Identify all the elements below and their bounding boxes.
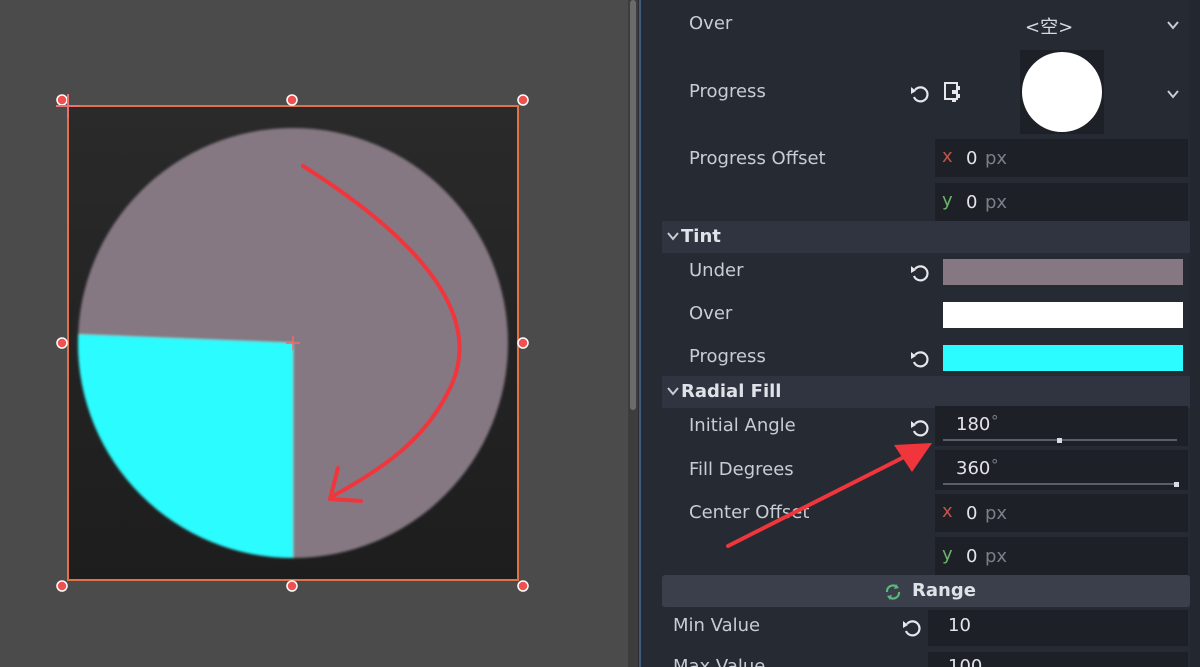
revert-icon[interactable] [909, 82, 931, 104]
initial-angle-slider-grabber[interactable] [1057, 438, 1062, 443]
axis-y-badge: y [935, 183, 961, 221]
fill-degrees-label: Fill Degrees [689, 459, 794, 480]
center-offset-x-value[interactable]: 0 [966, 503, 977, 524]
tint-section-title: Tint [681, 226, 721, 247]
max-value-label: Max Value [673, 656, 766, 667]
tint-under-color-swatch[interactable] [943, 259, 1183, 285]
texture-icon[interactable] [943, 81, 965, 103]
chevron-down-icon[interactable] [1166, 18, 1180, 32]
over-texture-label: Over [689, 13, 733, 34]
refresh-icon [885, 584, 901, 600]
panel-divider-line [639, 0, 641, 667]
tint-over-color-swatch[interactable] [943, 302, 1183, 328]
fill-degrees-slider-track[interactable] [943, 483, 1177, 485]
min-value-value[interactable]: 10 [948, 615, 971, 636]
radial-fill-section-header[interactable]: Radial Fill [662, 376, 1190, 408]
tint-progress-color-swatch[interactable] [943, 345, 1183, 371]
viewport-scrollbar-thumb[interactable] [630, 0, 636, 410]
progress-offset-x-unit: px [985, 148, 1008, 169]
progress-texture-preview[interactable] [1020, 50, 1104, 134]
initial-angle-unit: ° [991, 412, 999, 430]
radial-fill-section-title: Radial Fill [681, 381, 782, 402]
revert-icon[interactable] [909, 261, 931, 283]
center-offset-y-value[interactable]: 0 [966, 546, 977, 567]
axis-y-badge: y [935, 537, 961, 575]
fill-degrees-unit: ° [991, 456, 999, 474]
white-circle-thumbnail [1022, 52, 1102, 132]
progress-offset-y-unit: px [985, 192, 1008, 213]
over-texture-value[interactable]: <空> [1025, 13, 1073, 39]
tint-under-label: Under [689, 260, 744, 281]
axis-x-badge: x [935, 494, 961, 532]
revert-icon[interactable] [909, 416, 931, 438]
progress-offset-x-value[interactable]: 0 [966, 148, 977, 169]
inspector-scrollbar[interactable] [1190, 0, 1200, 667]
fill-degrees-slider-grabber[interactable] [1174, 482, 1179, 487]
axis-x-badge: x [935, 139, 961, 177]
radial-progress-preview [78, 128, 508, 558]
revert-icon[interactable] [901, 616, 923, 638]
chevron-down-icon[interactable] [1166, 87, 1180, 101]
center-offset-label: Center Offset [689, 502, 810, 523]
range-section-title: Range [912, 580, 976, 601]
tint-progress-label: Progress [689, 346, 766, 367]
range-section-header[interactable]: Range [662, 575, 1190, 607]
center-offset-x-unit: px [985, 503, 1008, 524]
viewport-scrollbar[interactable] [628, 0, 638, 667]
min-value-label: Min Value [673, 615, 761, 636]
initial-angle-value[interactable]: 180 [956, 414, 990, 435]
progress-offset-label: Progress Offset [689, 148, 826, 169]
progress-fill-wedge [78, 334, 293, 558]
max-value-value[interactable]: 100 [948, 656, 982, 667]
progress-offset-y-value[interactable]: 0 [966, 192, 977, 213]
center-offset-y-unit: px [985, 546, 1008, 567]
tint-over-label: Over [689, 303, 733, 324]
revert-icon[interactable] [909, 347, 931, 369]
collapse-chevron-icon [667, 232, 679, 241]
progress-texture-label: Progress [689, 81, 766, 102]
tint-section-header[interactable]: Tint [662, 221, 1190, 253]
fill-degrees-value[interactable]: 360 [956, 458, 990, 479]
collapse-chevron-icon [667, 387, 679, 396]
initial-angle-label: Initial Angle [689, 415, 796, 436]
